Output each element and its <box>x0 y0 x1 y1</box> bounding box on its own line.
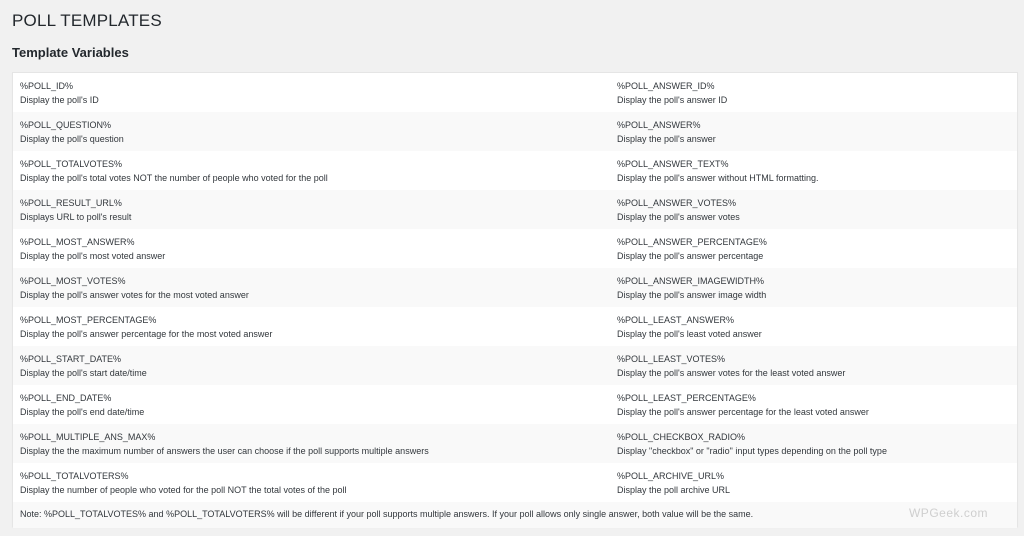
variable-cell: %POLL_ANSWER_IMAGEWIDTH% Display the pol… <box>610 274 1010 307</box>
variable-name: %POLL_ARCHIVE_URL% <box>617 471 725 481</box>
watermark: WPGeek.com <box>908 506 988 520</box>
note-text: Note: %POLL_TOTALVOTES% and %POLL_TOTALV… <box>13 502 1017 528</box>
variable-cell: %POLL_ARCHIVE_URL% Display the poll arch… <box>610 469 1010 502</box>
variable-description: Display the number of people who voted f… <box>20 485 347 495</box>
variable-cell: %POLL_RESULT_URL% Displays URL to poll's… <box>13 196 610 229</box>
variable-name: %POLL_START_DATE% <box>20 354 122 364</box>
variable-description: Display the the maximum number of answer… <box>20 446 429 456</box>
table-row: %POLL_TOTALVOTES% Display the poll's tot… <box>13 151 1017 190</box>
variable-description: Display the poll's answer votes for the … <box>20 290 249 300</box>
variable-name: %POLL_TOTALVOTES% <box>20 159 123 169</box>
table-row: %POLL_MOST_PERCENTAGE% Display the poll'… <box>13 307 1017 346</box>
variable-cell: %POLL_TOTALVOTERS% Display the number of… <box>13 469 610 502</box>
variable-cell: %POLL_MOST_ANSWER% Display the poll's mo… <box>13 235 610 268</box>
variable-description: Display the poll's answer <box>617 134 716 144</box>
variable-name: %POLL_ANSWER_VOTES% <box>617 198 737 208</box>
table-row: %POLL_END_DATE% Display the poll's end d… <box>13 385 1017 424</box>
variable-name: %POLL_CHECKBOX_RADIO% <box>617 432 746 442</box>
variable-description: Display the poll's answer ID <box>617 95 728 105</box>
variable-description: Display the poll's question <box>20 134 124 144</box>
variable-description: Display the poll's answer percentage for… <box>617 407 869 417</box>
variable-name: %POLL_LEAST_ANSWER% <box>617 315 735 325</box>
variable-cell: %POLL_ID% Display the poll's ID <box>13 79 610 112</box>
table-row: %POLL_MULTIPLE_ANS_MAX% Display the the … <box>13 424 1017 463</box>
variable-name: %POLL_ANSWER% <box>617 120 701 130</box>
variable-description: Display the poll's answer votes for the … <box>617 368 846 378</box>
variable-name: %POLL_ANSWER_IMAGEWIDTH% <box>617 276 765 286</box>
variable-cell: %POLL_MULTIPLE_ANS_MAX% Display the the … <box>13 430 610 463</box>
variable-description: Display the poll's end date/time <box>20 407 145 417</box>
variable-cell: %POLL_ANSWER_TEXT% Display the poll's an… <box>610 157 1010 190</box>
variable-cell: %POLL_QUESTION% Display the poll's quest… <box>13 118 610 151</box>
variable-description: Display the poll's ID <box>20 95 99 105</box>
variable-cell: %POLL_ANSWER_PERCENTAGE% Display the pol… <box>610 235 1010 268</box>
variable-cell: %POLL_CHECKBOX_RADIO% Display "checkbox"… <box>610 430 1010 463</box>
variable-description: Display the poll's answer without HTML f… <box>617 173 819 183</box>
table-row: %POLL_RESULT_URL% Displays URL to poll's… <box>13 190 1017 229</box>
table-row: %POLL_MOST_ANSWER% Display the poll's mo… <box>13 229 1017 268</box>
variable-description: Display "checkbox" or "radio" input type… <box>617 446 887 456</box>
variable-description: Display the poll's most voted answer <box>20 251 166 261</box>
page-title: POLL TEMPLATES <box>12 11 162 30</box>
variable-name: %POLL_ANSWER_ID% <box>617 81 715 91</box>
variable-cell: %POLL_ANSWER_VOTES% Display the poll's a… <box>610 196 1010 229</box>
variable-cell: %POLL_ANSWER% Display the poll's answer <box>610 118 1010 151</box>
variable-name: %POLL_TOTALVOTERS% <box>20 471 129 481</box>
variable-name: %POLL_END_DATE% <box>20 393 112 403</box>
variable-name: %POLL_MOST_PERCENTAGE% <box>20 315 157 325</box>
variable-description: Display the poll's answer percentage for… <box>20 329 273 339</box>
table-row: %POLL_MOST_VOTES% Display the poll's ans… <box>13 268 1017 307</box>
variable-name: %POLL_QUESTION% <box>20 120 112 130</box>
variable-cell: %POLL_ANSWER_ID% Display the poll's answ… <box>610 79 1010 112</box>
table-row: %POLL_QUESTION% Display the poll's quest… <box>13 112 1017 151</box>
variable-cell: %POLL_LEAST_VOTES% Display the poll's an… <box>610 352 1010 385</box>
variable-name: %POLL_RESULT_URL% <box>20 198 122 208</box>
variable-description: Display the poll archive URL <box>617 485 731 495</box>
variable-name: %POLL_ANSWER_TEXT% <box>617 159 729 169</box>
variable-name: %POLL_ID% <box>20 81 74 91</box>
variable-description: Display the poll's least voted answer <box>617 329 762 339</box>
variable-description: Displays URL to poll's result <box>20 212 132 222</box>
variable-description: Display the poll's start date/time <box>20 368 147 378</box>
variable-cell: %POLL_END_DATE% Display the poll's end d… <box>13 391 610 424</box>
variable-cell: %POLL_LEAST_ANSWER% Display the poll's l… <box>610 313 1010 346</box>
variable-cell: %POLL_MOST_PERCENTAGE% Display the poll'… <box>13 313 610 346</box>
variable-name: %POLL_MOST_ANSWER% <box>20 237 135 247</box>
table-row: %POLL_TOTALVOTERS% Display the number of… <box>13 463 1017 502</box>
variable-cell: %POLL_MOST_VOTES% Display the poll's ans… <box>13 274 610 307</box>
template-variables-table: %POLL_ID% Display the poll's ID %POLL_AN… <box>12 72 1018 528</box>
section-title: Template Variables <box>12 45 129 60</box>
variable-description: Display the poll's answer percentage <box>617 251 764 261</box>
variable-cell: %POLL_LEAST_PERCENTAGE% Display the poll… <box>610 391 1010 424</box>
variable-cell: %POLL_START_DATE% Display the poll's sta… <box>13 352 610 385</box>
variable-name: %POLL_MULTIPLE_ANS_MAX% <box>20 432 156 442</box>
variable-name: %POLL_LEAST_VOTES% <box>617 354 726 364</box>
table-row: %POLL_START_DATE% Display the poll's sta… <box>13 346 1017 385</box>
variable-name: %POLL_ANSWER_PERCENTAGE% <box>617 237 767 247</box>
variable-name: %POLL_LEAST_PERCENTAGE% <box>617 393 756 403</box>
variable-cell: %POLL_TOTALVOTES% Display the poll's tot… <box>13 157 610 190</box>
variable-description: Display the poll's total votes NOT the n… <box>20 173 328 183</box>
variable-description: Display the poll's answer votes <box>617 212 740 222</box>
variable-description: Display the poll's answer image width <box>617 290 767 300</box>
variable-name: %POLL_MOST_VOTES% <box>20 276 126 286</box>
table-row: %POLL_ID% Display the poll's ID %POLL_AN… <box>13 73 1017 112</box>
